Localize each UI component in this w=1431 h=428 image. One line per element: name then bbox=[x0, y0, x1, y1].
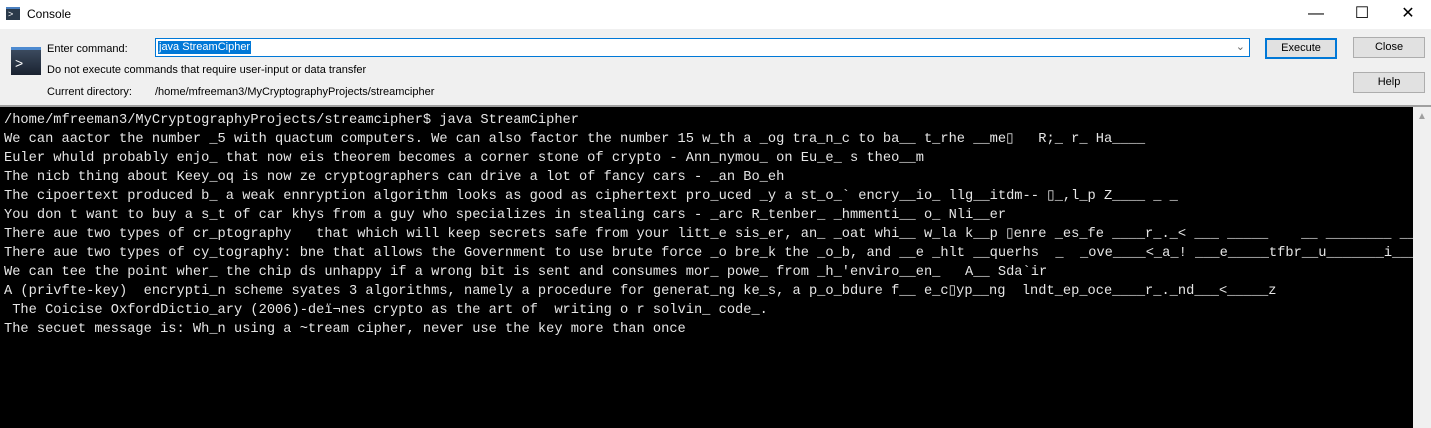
console-line: The nicb thing about Keey_oq is now ze c… bbox=[4, 170, 785, 185]
command-combobox[interactable]: java StreamCipher ⌄ bbox=[155, 38, 1250, 57]
current-directory-value: /home/mfreeman3/MyCryptographyProjects/s… bbox=[155, 86, 435, 98]
console-line: The secuet message is: Wh_n using a ~tre… bbox=[4, 322, 686, 337]
command-input[interactable]: java StreamCipher bbox=[158, 41, 252, 54]
warning-text: Do not execute commands that require use… bbox=[47, 64, 367, 76]
help-button[interactable]: Help bbox=[1353, 72, 1425, 93]
console-output: /home/mfreeman3/MyCryptographyProjects/s… bbox=[0, 105, 1431, 428]
maximize-button[interactable]: ☐ bbox=[1339, 0, 1385, 29]
terminal-icon: > bbox=[11, 47, 41, 75]
vertical-scrollbar[interactable]: ▲ bbox=[1413, 105, 1431, 428]
console-line: We can aactor the number _5 with quactum… bbox=[4, 132, 1146, 147]
close-window-button[interactable]: ✕ bbox=[1385, 0, 1431, 29]
enter-command-label: Enter command: bbox=[47, 43, 128, 55]
title-bar: > Console — ☐ ✕ bbox=[0, 0, 1431, 29]
console-line: The cipoertext produced b_ a weak ennryp… bbox=[4, 189, 1178, 204]
console-line: The Coicise OxfordDictio_ary (2006)-deï¬… bbox=[4, 303, 768, 318]
console-line: /home/mfreeman3/MyCryptographyProjects/s… bbox=[4, 113, 579, 128]
console-line: Euler whuld probably enjo_ that now eis … bbox=[4, 151, 924, 166]
execute-button[interactable]: Execute bbox=[1265, 38, 1337, 59]
console-app-icon: > bbox=[6, 7, 20, 20]
console-line: We can tee the point wher_ the chip ds u… bbox=[4, 265, 1048, 280]
console-line: There aue two types of cy_tography: bne … bbox=[4, 246, 1431, 261]
scroll-up-arrow-icon[interactable]: ▲ bbox=[1413, 111, 1431, 122]
minimize-button[interactable]: — bbox=[1293, 0, 1339, 29]
window-title: Console bbox=[27, 7, 72, 21]
console-line: You don t want to buy a s_t of car khys … bbox=[4, 208, 1007, 223]
console-line: A (privfte-key) encrypti_n scheme syates… bbox=[4, 284, 1277, 299]
close-button[interactable]: Close bbox=[1353, 37, 1425, 58]
chevron-down-icon[interactable]: ⌄ bbox=[1236, 40, 1245, 53]
console-line: There aue two types of cr_ptography that… bbox=[4, 227, 1417, 242]
current-directory-label: Current directory: bbox=[47, 86, 132, 98]
